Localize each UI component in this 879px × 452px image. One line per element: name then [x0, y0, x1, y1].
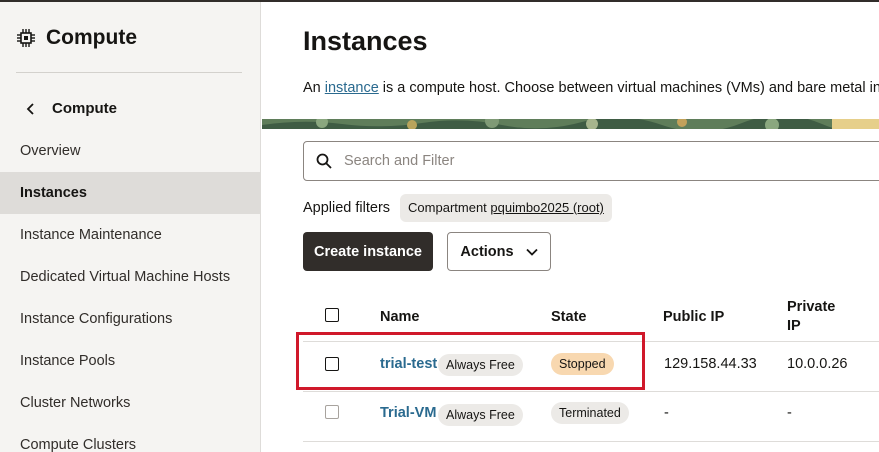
status-badge: Terminated: [551, 402, 629, 424]
chevron-left-icon: [26, 102, 34, 115]
sidebar-back-link[interactable]: Compute: [26, 100, 117, 117]
sidebar-back-label: Compute: [52, 100, 117, 117]
decorative-banner: [262, 119, 879, 129]
instance-name-link[interactable]: Trial-VM: [380, 405, 436, 421]
sidebar-item-dedicated-vm-hosts[interactable]: Dedicated Virtual Machine Hosts: [0, 256, 260, 298]
chevron-down-icon: [525, 248, 538, 256]
public-ip-value: -: [664, 405, 669, 421]
search-input[interactable]: [344, 153, 844, 169]
sidebar-item-instance-maintenance[interactable]: Instance Maintenance: [0, 214, 260, 256]
column-header-state[interactable]: State: [551, 309, 586, 325]
sidebar: Compute Compute Overview Instances Insta…: [0, 2, 261, 452]
sidebar-item-cluster-networks[interactable]: Cluster Networks: [0, 382, 260, 424]
filter-chip-value[interactable]: pquimbo2025 (root): [490, 200, 603, 215]
sidebar-item-compute-clusters[interactable]: Compute Clusters: [0, 424, 260, 452]
private-ip-value: -: [787, 405, 792, 421]
column-header-private-ip-line2: IP: [787, 318, 801, 334]
sidebar-divider: [16, 72, 242, 73]
actions-label: Actions: [460, 243, 514, 260]
search-filter-box: [303, 141, 879, 181]
instance-name-link[interactable]: trial-test: [380, 356, 437, 372]
column-header-public-ip[interactable]: Public IP: [663, 309, 724, 325]
row-checkbox[interactable]: [325, 405, 339, 419]
row-checkbox[interactable]: [325, 357, 339, 371]
search-icon: [316, 153, 332, 169]
intro-suffix: is a compute host. Choose between virtua…: [378, 80, 879, 96]
table-row: Trial-VM Always Free Terminated - -: [303, 392, 879, 442]
table-row: trial-test Always Free Stopped 129.158.4…: [303, 342, 879, 392]
sidebar-item-overview[interactable]: Overview: [0, 130, 260, 172]
column-header-name[interactable]: Name: [380, 309, 420, 325]
private-ip-value: 10.0.0.26: [787, 356, 848, 372]
sidebar-nav: Overview Instances Instance Maintenance …: [0, 130, 260, 452]
sidebar-item-instance-configurations[interactable]: Instance Configurations: [0, 298, 260, 340]
column-header-private-ip-line1[interactable]: Private: [787, 299, 835, 315]
applied-filters-label: Applied filters: [303, 200, 391, 216]
table-header-row: Name State Public IP Private IP: [303, 290, 879, 342]
compartment-filter-chip[interactable]: Compartment pquimbo2025 (root): [400, 194, 612, 222]
intro-prefix: An: [303, 80, 325, 96]
always-free-badge: Always Free: [438, 354, 523, 376]
actions-menu-button[interactable]: Actions: [447, 232, 551, 271]
chip-icon: [17, 29, 35, 47]
sidebar-item-instances[interactable]: Instances: [0, 172, 260, 214]
always-free-badge: Always Free: [438, 404, 523, 426]
status-badge: Stopped: [551, 353, 614, 375]
sidebar-header: Compute: [16, 26, 137, 50]
sidebar-item-instance-pools[interactable]: Instance Pools: [0, 340, 260, 382]
intro-text: An instance is a compute host. Choose be…: [303, 80, 879, 96]
main-content: Instances An instance is a compute host.…: [262, 2, 879, 452]
create-instance-button[interactable]: Create instance: [303, 232, 433, 271]
filter-chip-key: Compartment: [408, 200, 491, 215]
public-ip-value: 129.158.44.33: [664, 356, 757, 372]
select-all-checkbox[interactable]: [325, 308, 339, 322]
applied-filters: Applied filters Compartment pquimbo2025 …: [303, 194, 612, 222]
sidebar-title: Compute: [46, 26, 137, 49]
page-title: Instances: [303, 26, 428, 56]
instance-doc-link[interactable]: instance: [325, 80, 379, 96]
